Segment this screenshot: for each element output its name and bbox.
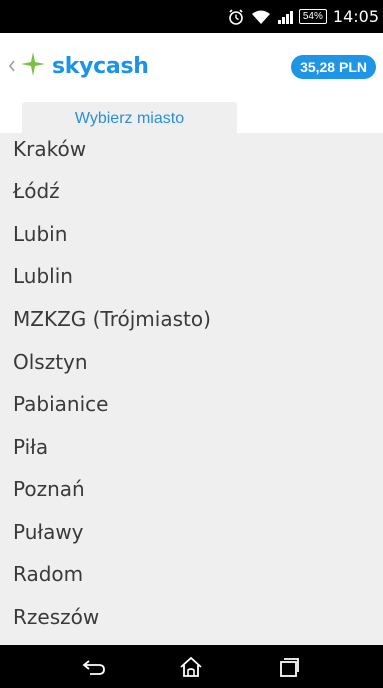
list-item-poznan[interactable]: Poznań [13, 477, 85, 501]
list-item-radom[interactable]: Radom [13, 562, 83, 586]
logo-plus-icon [20, 51, 46, 82]
list-item-pabianice[interactable]: Pabianice [13, 392, 108, 416]
home-icon[interactable] [171, 652, 211, 682]
signal-icon [277, 9, 293, 25]
back-icon[interactable] [74, 652, 114, 682]
list-item-lublin[interactable]: Lublin [13, 264, 73, 288]
list-item-lubin[interactable]: Lubin [13, 222, 67, 246]
list-item-krakow[interactable]: Kraków [13, 137, 86, 161]
list-item-olsztyn[interactable]: Olsztyn [13, 350, 88, 374]
balance-badge[interactable]: 35,28 PLN [291, 55, 376, 79]
wifi-icon [251, 9, 271, 25]
status-bar: 54% 14:05 [0, 0, 383, 33]
logo-text: skycash [52, 54, 149, 79]
status-time: 14:05 [332, 7, 379, 26]
list-item-pila[interactable]: Piła [13, 435, 48, 459]
list-item-lodz[interactable]: Łódź [13, 179, 60, 203]
app-header: skycash 35,28 PLN [0, 33, 383, 95]
tab-strip: Wybierz miasto [0, 95, 383, 133]
back-chevron-icon[interactable] [8, 59, 16, 77]
city-list[interactable]: Kraków Łódź Lubin Lublin MZKZG (Trójmias… [0, 133, 383, 645]
alarm-icon [227, 8, 245, 26]
tab-choose-city[interactable]: Wybierz miasto [22, 102, 237, 133]
list-item-pulawy[interactable]: Puławy [13, 520, 84, 544]
recent-apps-icon[interactable] [269, 652, 309, 682]
list-item-mzkzg[interactable]: MZKZG (Trójmiasto) [13, 307, 211, 331]
skycash-logo[interactable]: skycash [20, 51, 149, 82]
battery-icon: 54% [298, 9, 327, 24]
navigation-bar [0, 645, 383, 688]
list-item-rzeszow[interactable]: Rzeszów [13, 605, 99, 629]
